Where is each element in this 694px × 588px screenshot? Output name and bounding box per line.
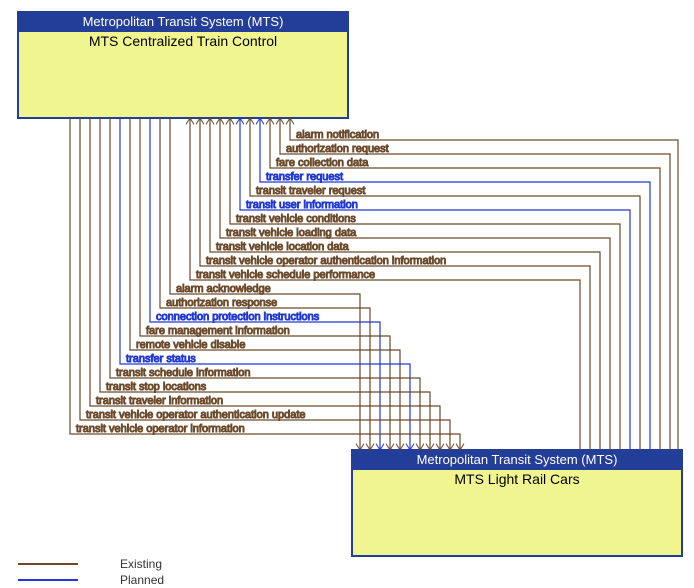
flow-label: transit vehicle schedule performance [196, 269, 375, 281]
flow-label: transit vehicle operator authentication … [206, 255, 446, 267]
node-bottom-name: MTS Light Rail Cars [454, 471, 579, 487]
node-top-org: Metropolitan Transit System (MTS) [83, 14, 284, 29]
flow-label: transit vehicle location data [216, 241, 350, 253]
flows-group: alarm notification authorization request f… [70, 118, 678, 450]
flow-label: fare management information [146, 325, 290, 337]
flow-label: transit vehicle conditions [236, 213, 356, 225]
flow-label: transfer status [126, 353, 196, 365]
flow-label: transit user information [246, 199, 358, 211]
node-bottom-org: Metropolitan Transit System (MTS) [417, 452, 618, 467]
flow-label: authorization request [286, 143, 389, 155]
flow-label: transit traveler information [96, 395, 223, 407]
flow-label: alarm notification [296, 129, 379, 141]
flow-label: transfer request [266, 171, 343, 183]
legend: Existing Planned [18, 557, 164, 587]
flow-label: authorization response [166, 297, 277, 309]
flow-label: alarm acknowledge [176, 283, 271, 295]
flow-label: remote vehicle disable [136, 339, 245, 351]
flow-label: transit vehicle loading data [226, 227, 357, 239]
flow-label: transit vehicle operator authentication … [86, 409, 306, 421]
flow-label: transit schedule information [116, 367, 251, 379]
node-top-name: MTS Centralized Train Control [89, 33, 277, 49]
node-mts-centralized-train-control[interactable]: Metropolitan Transit System (MTS) MTS Ce… [18, 12, 348, 118]
legend-planned-label: Planned [120, 573, 164, 587]
flow-label: transit vehicle operator information [76, 423, 245, 435]
flow-label: connection protection instructions [156, 311, 320, 323]
node-mts-light-rail-cars[interactable]: Metropolitan Transit System (MTS) MTS Li… [352, 450, 682, 556]
legend-existing-label: Existing [120, 557, 162, 571]
flow-label: transit stop locations [106, 381, 207, 393]
flow-label: transit traveler request [256, 185, 365, 197]
flow-label: fare collection data [276, 157, 369, 169]
